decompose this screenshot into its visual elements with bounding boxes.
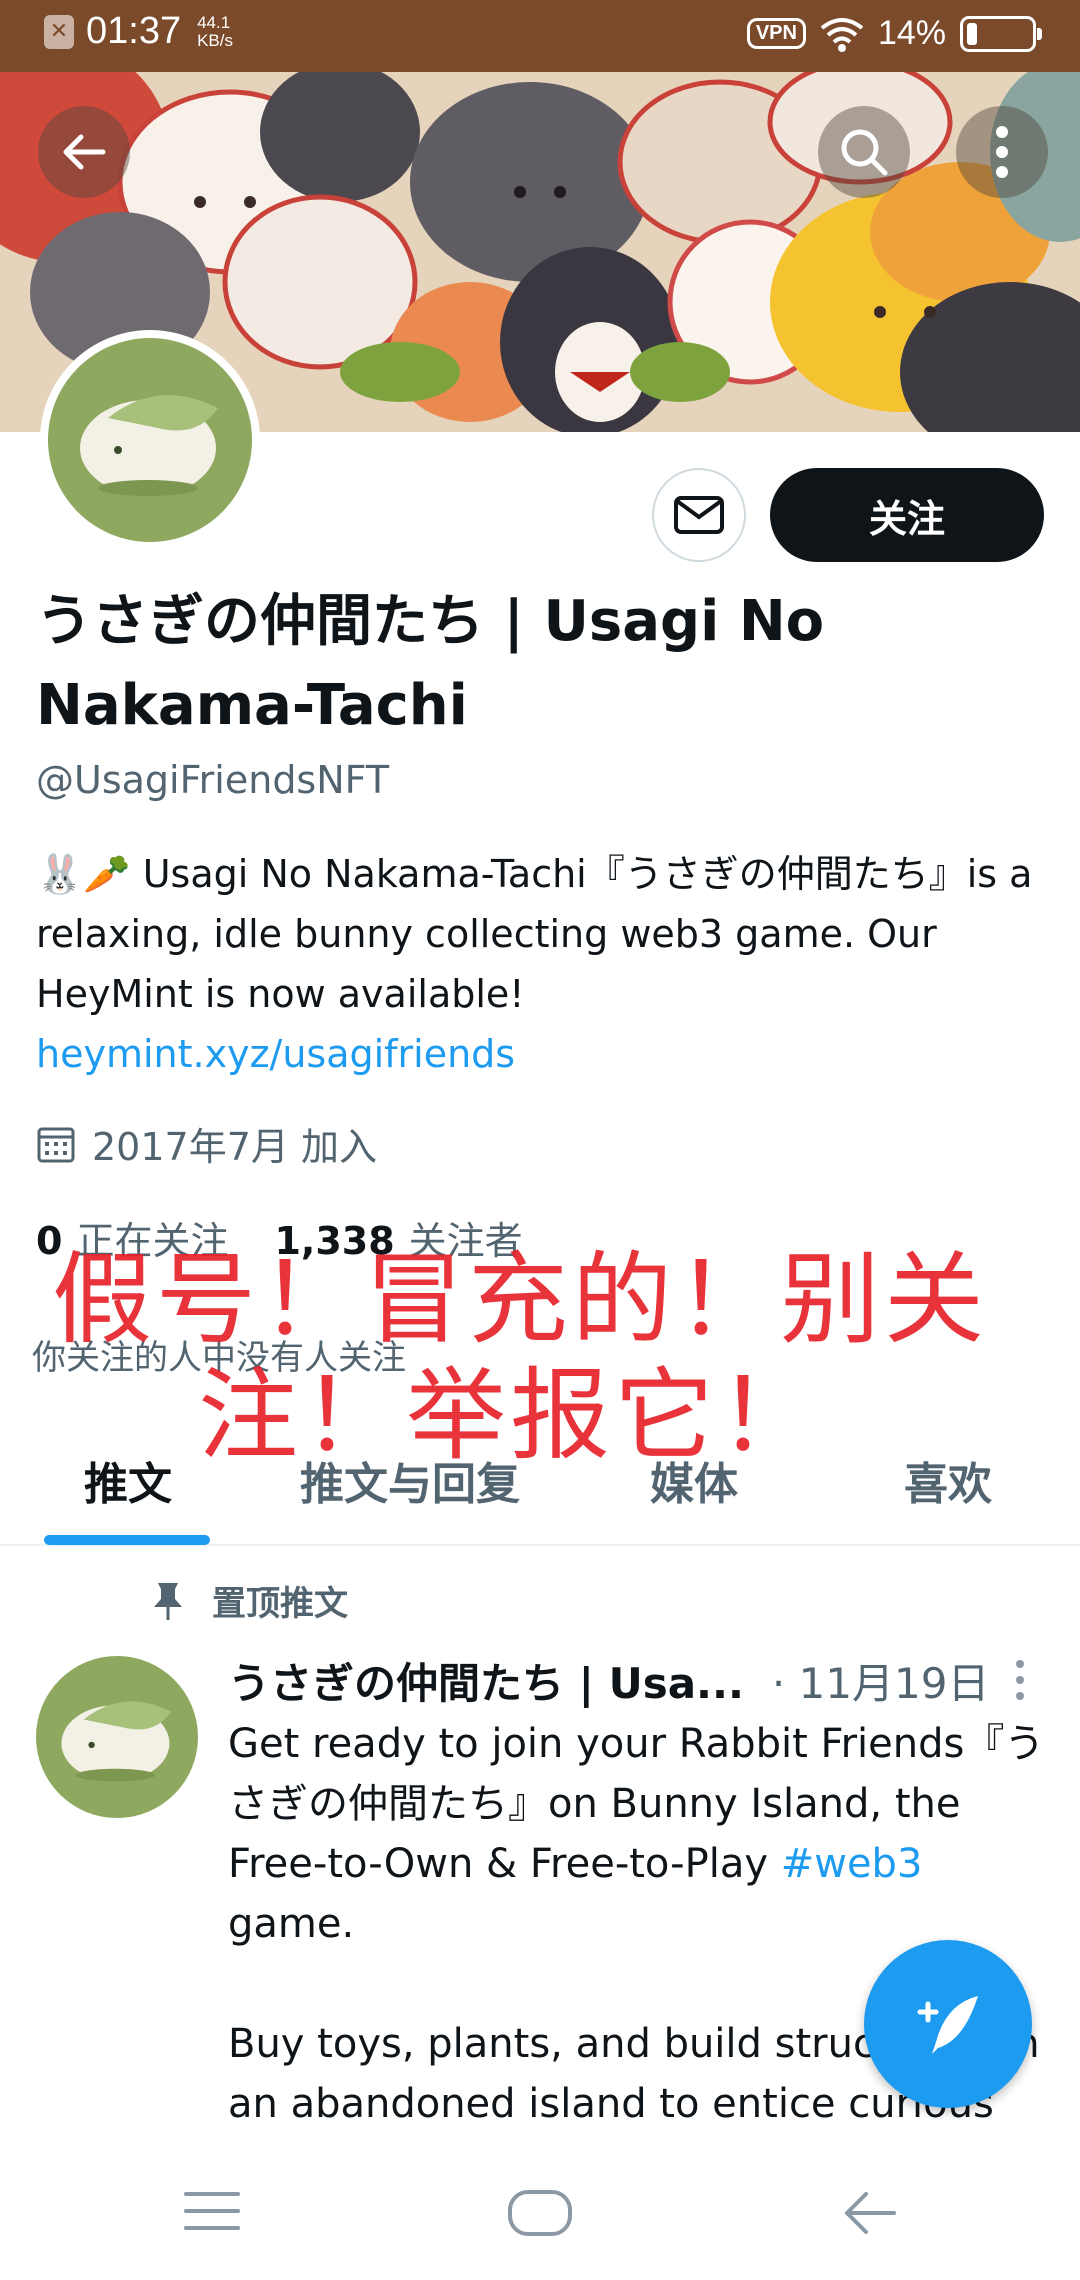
status-right: VPN 14% — [746, 14, 1042, 53]
warning-overlay-line-1: 假号！冒充的！别关 — [52, 1241, 988, 1358]
message-button[interactable] — [652, 468, 746, 562]
bio-emoji: 🐰🥕 — [36, 852, 131, 896]
bio-text: Usagi No Nakama-Tachi『うさぎの仲間たち』is a rela… — [36, 852, 1033, 1016]
active-tab-indicator — [44, 1535, 210, 1545]
tweet-header: うさぎの仲間たち | Usa... · 11月19日 — [228, 1650, 1028, 1711]
battery-icon — [960, 15, 1042, 52]
search-icon — [841, 129, 888, 176]
more-options-button[interactable] — [956, 106, 1048, 198]
menu-icon[interactable] — [182, 2188, 242, 2234]
profile-handle: @UsagiFriendsNFT — [36, 758, 390, 802]
tab-tweets[interactable]: 推文 — [84, 1448, 172, 1512]
pinned-label-text: 置顶推文 — [212, 1584, 348, 1624]
pin-icon — [154, 1582, 182, 1620]
more-vertical-icon — [996, 126, 1008, 178]
status-bar: ✕ 01:37 44.1 KB/s VPN 14% — [0, 0, 1080, 72]
profile-tabs: 推文 推文与回复 媒体 喜欢 — [0, 1418, 1080, 1546]
compose-feather-icon — [917, 1996, 978, 2054]
follow-button[interactable]: 关注 — [770, 468, 1044, 562]
tweet-more-icon[interactable] — [1010, 1658, 1030, 1702]
notification-icon: ✕ — [44, 14, 74, 49]
network-speed-unit: KB/s — [197, 30, 233, 50]
join-date: 2017年7月 加入 — [36, 1116, 377, 1171]
profile-bio: 🐰🥕 Usagi No Nakama-Tachi『うさぎの仲間たち』is a r… — [36, 844, 1036, 1084]
network-speed: 44.1 KB/s — [197, 12, 233, 50]
home-icon[interactable] — [506, 2188, 574, 2238]
join-date-text: 2017年7月 加入 — [92, 1125, 377, 1169]
tweet-hashtag[interactable]: #web3 — [781, 1841, 923, 1887]
arrow-left-icon — [63, 134, 106, 170]
envelope-icon — [674, 496, 724, 534]
tab-likes[interactable]: 喜欢 — [904, 1448, 992, 1512]
profile-avatar[interactable] — [40, 330, 260, 550]
calendar-icon — [37, 1127, 75, 1162]
search-button[interactable] — [818, 106, 910, 198]
network-speed-value: 44.1 — [197, 12, 231, 32]
vpn-badge: VPN — [746, 18, 806, 49]
wifi-icon — [820, 17, 864, 52]
tweet-author-name[interactable]: うさぎの仲間たち | Usa... — [228, 1650, 744, 1711]
system-navigation-bar — [0, 2150, 1080, 2280]
tweet-author-avatar[interactable] — [36, 1656, 198, 1818]
nav-back-icon[interactable] — [842, 2188, 898, 2238]
tab-media[interactable]: 媒体 — [650, 1448, 738, 1512]
battery-fill — [967, 22, 977, 45]
tweet-date[interactable]: · 11月19日 — [772, 1650, 990, 1711]
compose-tweet-button[interactable] — [864, 1940, 1032, 2108]
bio-link[interactable]: heymint.xyz/usagifriends — [36, 1032, 515, 1076]
profile-name: うさぎの仲間たち | Usagi No Nakama-Tachi — [36, 589, 825, 738]
avatar-image — [48, 338, 252, 542]
bunny-avatar-illustration — [48, 338, 252, 542]
pinned-tweet-label: 置顶推文 — [150, 1576, 348, 1625]
bunny-avatar-illustration — [36, 1656, 198, 1818]
battery-percent: 14% — [877, 14, 946, 52]
tab-tweets-and-replies[interactable]: 推文与回复 — [300, 1448, 520, 1512]
status-left: ✕ 01:37 44.1 KB/s — [44, 10, 233, 53]
status-time: 01:37 — [86, 10, 182, 52]
back-button[interactable] — [38, 106, 130, 198]
